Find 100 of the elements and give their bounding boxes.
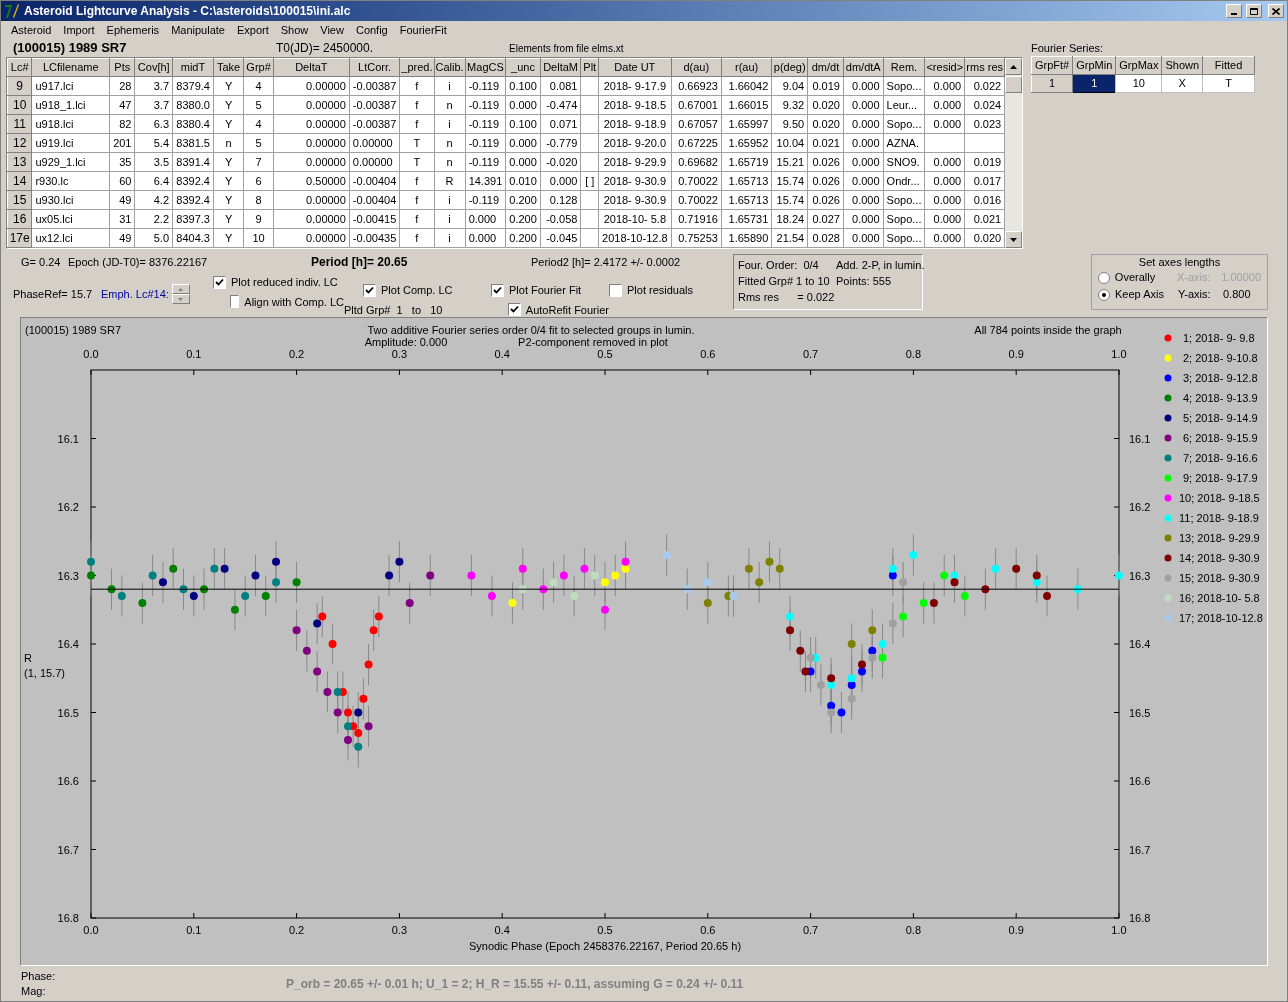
column-header[interactable]: dm/dtA [843,58,884,77]
row-header[interactable]: 14 [7,171,32,191]
table-cell: i [434,228,466,248]
table-cell: 0.000 [924,76,965,96]
menu-item[interactable]: FourierFit [393,21,453,39]
menu-item[interactable]: View [314,21,350,39]
legend-label: 14; 2018- 9-30.9 [1179,552,1260,564]
table-cell: 49 [109,228,135,248]
table-cell: Sopo... [883,228,925,248]
table-cell: n [434,133,466,153]
tick-label: 16.2 [1129,501,1151,513]
table-cell: 5 [243,133,274,153]
column-header[interactable]: Rem. [883,58,925,77]
column-header[interactable]: Lc# [7,58,32,77]
column-header[interactable]: Pts [109,58,135,77]
tick-label: 16.5 [57,706,79,719]
tick-label: 0.6 [700,924,716,936]
column-header[interactable]: midT [172,58,214,77]
column-header[interactable]: LtCorr. [349,58,400,77]
column-header[interactable]: Shown [1161,56,1203,75]
column-header[interactable]: GrpMin [1072,56,1116,75]
tick-label: 16.7 [1129,843,1151,856]
menu-item[interactable]: Config [349,21,394,39]
column-header[interactable]: Grp# [243,58,274,77]
column-header[interactable]: Calib. [434,58,466,77]
radio-label: Overally [1114,270,1157,286]
phase-label: Phase: [21,969,57,984]
menu-item[interactable]: Import [57,21,101,39]
table-cell: 1.65719 [721,152,772,172]
table-cell: Y [213,209,244,229]
row-header[interactable]: 17e [7,228,32,248]
menu-item[interactable]: Show [274,21,315,39]
column-header[interactable]: <resid> [924,58,965,77]
elements-label: Elements from file elms.xt [509,41,624,56]
table-cell: 0.00000 [273,209,350,229]
menu-item[interactable]: Asteroid [5,21,58,39]
row-header[interactable]: 12 [7,133,32,153]
tick-label: 16.3 [1129,569,1151,582]
t0-label: T0(JD)= 2450000. [276,40,375,57]
row-header[interactable]: 9 [7,76,32,96]
table-cell: 0.000 [843,171,884,191]
table-cell: 2018-10-12.8 [598,228,672,248]
table-cell: -0.119 [465,76,506,96]
column-header[interactable]: _pred. [399,58,434,77]
period2-value: Period2 [h]= 2.4172 +/- 0.0002 [531,254,681,270]
checkbox-label: Plot reduced indiv. LC [231,275,338,290]
tick-label: 0.3 [391,348,408,360]
tick-label: 0.8 [905,348,922,360]
table-cell: 1.65997 [721,114,772,134]
table-cell: f [399,171,434,191]
table-cell: 0.00000 [273,76,350,96]
table-cell: 0.026 [807,171,844,191]
table-cell: R [434,171,466,191]
column-header[interactable]: d(au) [671,58,722,77]
table-cell: 0.023 [964,114,1005,134]
tick-label: 0.7 [802,924,819,936]
result-summary: P_orb = 20.65 +/- 0.01 h; U_1 = 2; H_R = 15.55 +/- 0.11, assuming G = 0.24 +/- 0.11 [286,976,744,993]
column-header[interactable]: r(au) [721,58,772,77]
column-header[interactable]: Cov[h] [135,58,173,77]
column-header[interactable]: rms res [964,58,1005,77]
table-cell: 8381.5 [172,133,214,153]
table-cell: f [399,228,434,248]
row-header[interactable]: 11 [7,114,32,134]
column-header[interactable]: Date UT [598,58,672,77]
menu-item[interactable]: Manipulate [165,21,231,39]
table-cell: f [399,209,434,229]
table-cell: 0.000 [843,114,884,134]
table-cell: 2018- 9-20.0 [598,133,672,153]
checkbox-label: AutoRefit Fourier [525,302,609,318]
menu-item[interactable]: Export [230,21,275,39]
row-header[interactable]: 13 [7,152,32,172]
column-header[interactable]: LCfilename [31,58,110,77]
column-header[interactable]: _unc [505,58,541,77]
table-cell: 1.65952 [721,133,772,153]
column-header[interactable]: Take [213,58,244,77]
column-header[interactable]: GrpFt# [1031,56,1073,75]
column-header[interactable]: DeltaM [540,58,581,77]
column-header[interactable]: MagCS [465,58,506,77]
table-cell: 0.000 [924,190,965,210]
column-header[interactable]: dm/dt [807,58,844,77]
table-cell: 0.000 [505,133,541,153]
row-header[interactable]: 15 [7,190,32,210]
table-cell: r930.lc [31,171,110,191]
column-header[interactable]: GrpMax [1115,56,1162,75]
column-header[interactable]: Fitted [1202,56,1255,75]
row-header[interactable]: 16 [7,209,32,229]
table-cell: 0.020 [807,95,844,115]
column-header[interactable]: p(deg) [771,58,808,77]
table-cell: 0.71916 [671,209,722,229]
table-cell: 47 [109,95,135,115]
tick-label: 0.4 [494,924,510,936]
row-header[interactable]: 10 [7,95,32,115]
menu-item[interactable]: Ephemeris [100,21,166,39]
group-title: Set axes lengths [1138,255,1221,269]
tick-label: 16.1 [57,432,79,445]
table-cell: 0.000 [924,228,965,248]
column-header[interactable]: DeltaT [273,58,350,77]
legend-label: 4; 2018- 9-13.9 [1183,392,1258,404]
table-cell: 0.100 [505,76,541,96]
table-cell: i [434,209,466,229]
